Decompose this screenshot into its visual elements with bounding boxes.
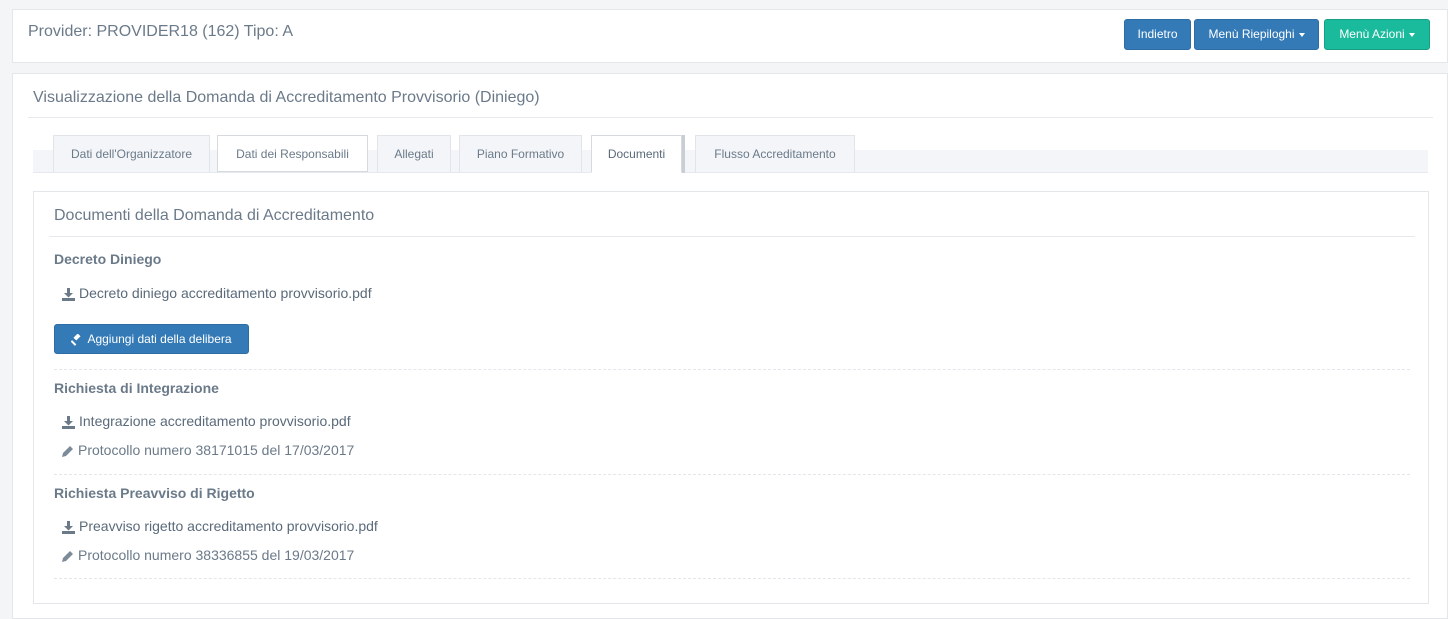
- provider-title: Provider: PROVIDER18 (162) Tipo: A: [28, 23, 293, 40]
- tab-responsible-data[interactable]: Dati dei Responsabili: [217, 135, 368, 172]
- pencil-icon: [62, 446, 73, 458]
- main-panel: Visualizzazione della Domanda di Accredi…: [12, 73, 1448, 619]
- document-filename: Decreto diniego accreditamento provvisor…: [79, 285, 372, 301]
- protocol-line-integration: Protocollo numero 38171015 del 17/03/201…: [62, 442, 354, 458]
- download-icon: [62, 520, 75, 534]
- tab-label: Piano Formativo: [476, 147, 565, 161]
- actions-menu-button[interactable]: Menù Azioni: [1324, 19, 1430, 50]
- top-bar: Provider: PROVIDER18 (162) Tipo: A Indie…: [12, 9, 1448, 63]
- document-link-integration[interactable]: Integrazione accreditamento provvisorio.…: [62, 413, 351, 429]
- protocol-line-rejection-notice: Protocollo numero 38336855 del 19/03/201…: [62, 547, 354, 563]
- add-resolution-data-button[interactable]: Aggiungi dati della delibera: [54, 324, 249, 354]
- section-heading-integration: Richiesta di Integrazione: [54, 380, 219, 396]
- section-heading-decree: Decreto Diniego: [54, 251, 162, 267]
- back-button[interactable]: Indietro: [1124, 19, 1191, 50]
- tab-label: Flusso Accreditamento: [714, 147, 836, 161]
- section-divider: [54, 369, 1410, 370]
- summary-menu-label: Menù Riepiloghi: [1208, 27, 1295, 41]
- tab-training-plan[interactable]: Piano Formativo: [459, 135, 582, 172]
- document-filename: Preavviso rigetto accreditamento provvis…: [79, 518, 378, 534]
- tab-attachments[interactable]: Allegati: [377, 135, 451, 172]
- back-button-label: Indietro: [1137, 27, 1178, 41]
- caret-down-icon: [1298, 32, 1305, 37]
- section-divider: [54, 578, 1410, 579]
- documents-title: Documenti della Domanda di Accreditament…: [54, 207, 375, 224]
- documents-panel: Documenti della Domanda di Accreditament…: [33, 191, 1429, 604]
- title-divider: [28, 117, 1433, 118]
- tab-label: Dati dei Responsabili: [236, 147, 349, 161]
- document-link-decree[interactable]: Decreto diniego accreditamento provvisor…: [62, 285, 372, 301]
- caret-down-icon: [1408, 32, 1415, 37]
- pencil-icon: [62, 551, 73, 563]
- tab-organizer-data[interactable]: Dati dell'Organizzatore: [53, 135, 210, 172]
- documents-divider: [49, 236, 1415, 237]
- tab-label: Dati dell'Organizzatore: [70, 147, 192, 161]
- tab-documents[interactable]: Documenti: [591, 135, 682, 173]
- download-icon: [62, 415, 75, 429]
- gavel-icon: [71, 333, 81, 346]
- protocol-text: Protocollo numero 38336855 del 19/03/201…: [78, 547, 355, 563]
- protocol-text: Protocollo numero 38171015 del 17/03/201…: [78, 442, 355, 458]
- document-filename: Integrazione accreditamento provvisorio.…: [79, 413, 351, 429]
- add-resolution-data-label: Aggiungi dati della delibera: [87, 332, 232, 346]
- section-heading-rejection-notice: Richiesta Preavviso di Rigetto: [54, 485, 255, 501]
- tab-label: Allegati: [394, 147, 434, 161]
- page-title: Visualizzazione della Domanda di Accredi…: [33, 89, 540, 106]
- actions-menu-label: Menù Azioni: [1339, 27, 1405, 41]
- tab-label: Documenti: [607, 147, 666, 161]
- download-icon: [62, 287, 75, 301]
- summary-menu-button[interactable]: Menù Riepiloghi: [1194, 19, 1319, 50]
- document-link-rejection-notice[interactable]: Preavviso rigetto accreditamento provvis…: [62, 518, 378, 534]
- tab-accreditation-flow[interactable]: Flusso Accreditamento: [695, 135, 855, 172]
- section-divider: [54, 474, 1410, 475]
